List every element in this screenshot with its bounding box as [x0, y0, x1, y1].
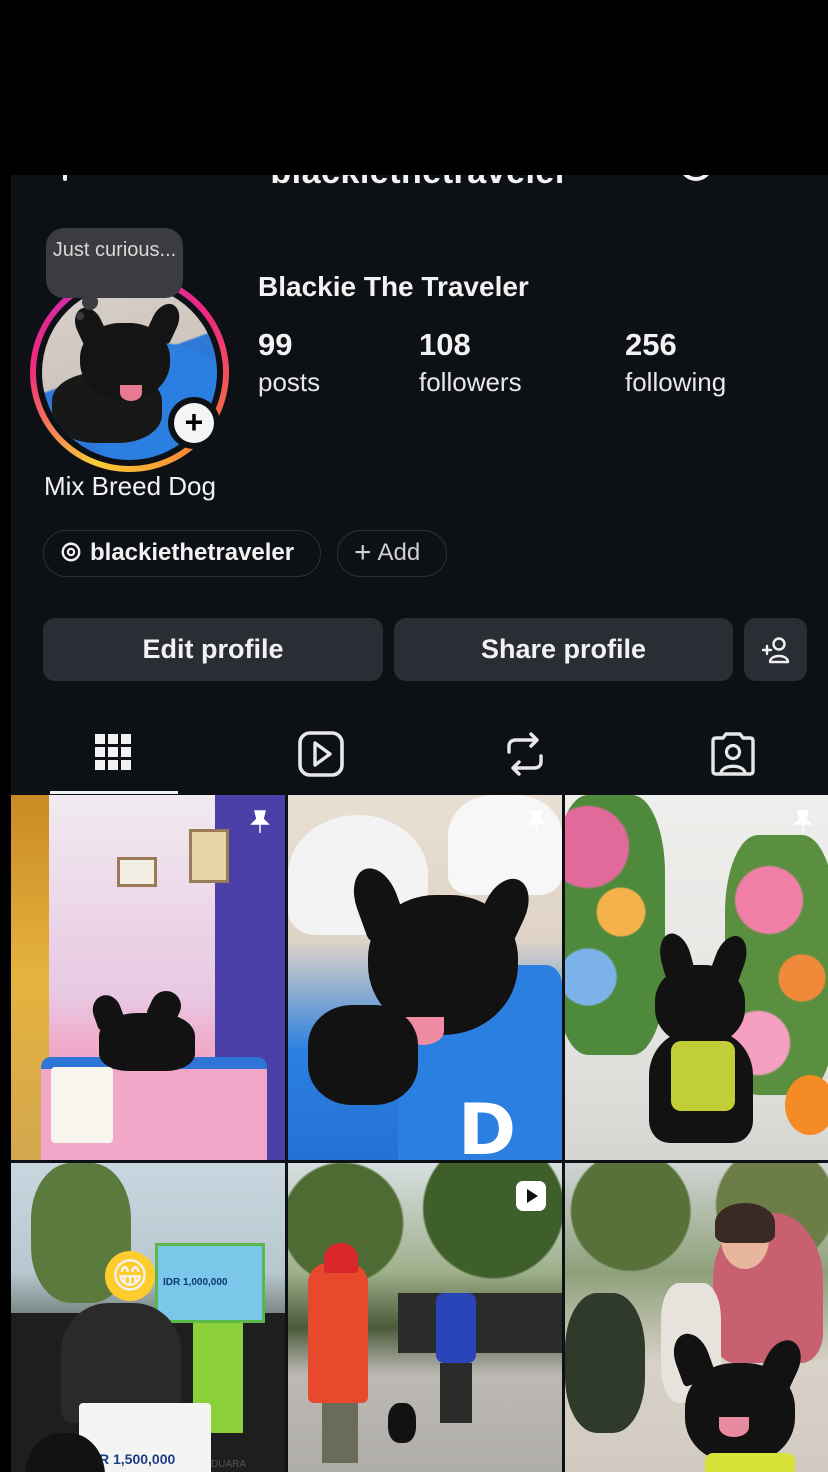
- stat-posts-label: posts: [258, 367, 321, 397]
- tagged-icon: [711, 732, 755, 776]
- add-link-label: Add: [377, 539, 421, 566]
- top-bar: blackiethetraveler: [11, 175, 828, 191]
- profile-note-bubble[interactable]: Just curious...: [46, 228, 183, 320]
- stat-posts-count: 99: [258, 327, 293, 362]
- display-name: Blackie The Traveler: [258, 271, 529, 302]
- reposts-icon: [507, 732, 543, 776]
- tab-posts-grid[interactable]: [11, 720, 215, 795]
- grid-post[interactable]: [288, 1163, 562, 1472]
- shirt-logo: D: [458, 1089, 517, 1160]
- threads-handle: blackiethetraveler: [90, 539, 295, 566]
- threads-link-chip[interactable]: blackiethetraveler: [43, 530, 321, 577]
- add-link-chip[interactable]: + Add: [337, 530, 447, 577]
- active-tab-indicator: [50, 791, 178, 794]
- reel-icon: [516, 1181, 546, 1211]
- stat-followers-count: 108: [419, 327, 471, 362]
- grid-post[interactable]: [565, 795, 828, 1160]
- stat-following-label: following: [625, 367, 727, 397]
- add-story-button[interactable]: +: [168, 397, 220, 449]
- profile-tabs: [11, 720, 828, 795]
- pin-icon: [793, 810, 813, 833]
- threads-icon: [61, 542, 81, 562]
- emoji-sticker: 😁: [105, 1251, 155, 1301]
- stat-followers[interactable]: 108 followers: [419, 327, 522, 398]
- plus-icon: +: [354, 536, 372, 569]
- poster-text: IDR 1,000,000: [163, 1277, 228, 1288]
- tab-tagged[interactable]: [623, 720, 827, 795]
- grid-post[interactable]: D: [288, 795, 562, 1160]
- discover-people-button[interactable]: [744, 618, 807, 681]
- stat-followers-label: followers: [419, 367, 522, 397]
- tab-reels[interactable]: [215, 720, 419, 795]
- reels-icon: [298, 731, 344, 777]
- instagram-profile-screen: blackiethetraveler + Just curious... Bla…: [11, 175, 828, 1472]
- grid-post[interactable]: IDR 1,000,000 😁 IDR 1,500,000 DUARA: [11, 1163, 285, 1472]
- add-person-icon: [761, 637, 789, 664]
- edit-profile-button[interactable]: Edit profile: [43, 618, 383, 681]
- pin-icon: [250, 810, 270, 833]
- stat-following-count: 256: [625, 327, 677, 362]
- grid-post[interactable]: [11, 795, 285, 1160]
- stat-posts[interactable]: 99 posts: [258, 327, 320, 398]
- stat-following[interactable]: 256 following: [625, 327, 726, 398]
- grid-icon: [95, 734, 131, 770]
- bio-text: Mix Breed Dog: [44, 471, 216, 501]
- grid-post[interactable]: [565, 1163, 828, 1472]
- plus-icon: +: [174, 403, 214, 443]
- share-profile-button[interactable]: Share profile: [394, 618, 733, 681]
- sign-text: DUARA: [211, 1459, 247, 1470]
- tab-reposts[interactable]: [419, 720, 623, 795]
- pin-icon: [527, 810, 547, 833]
